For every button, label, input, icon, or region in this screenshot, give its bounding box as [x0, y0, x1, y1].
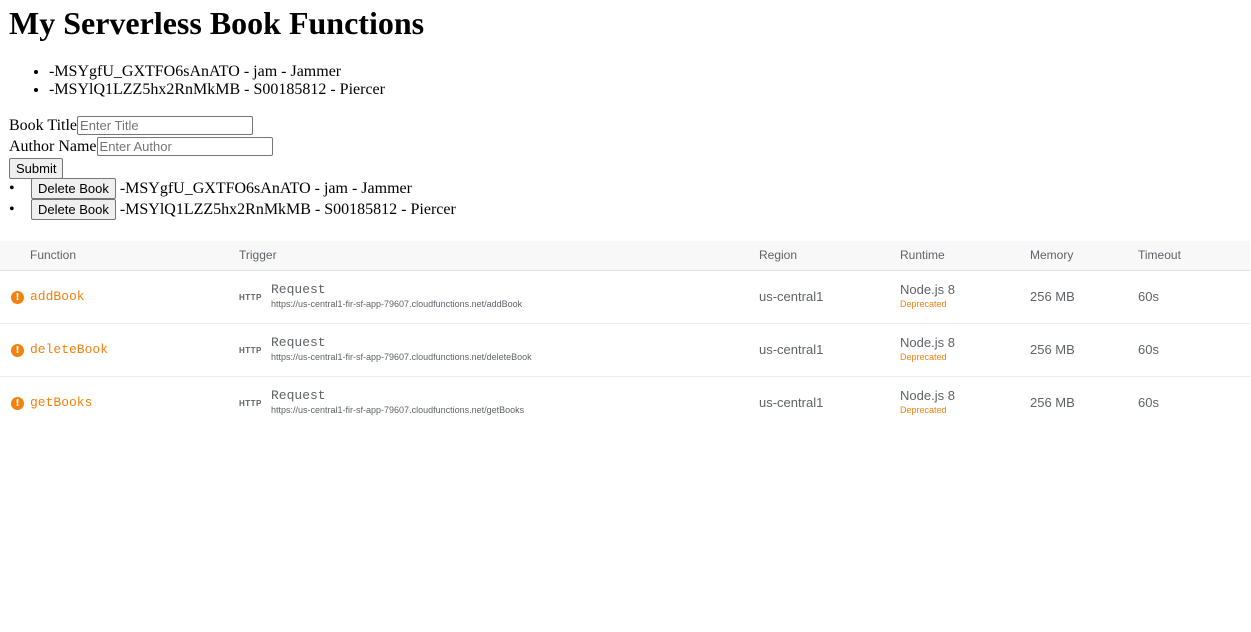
header-timeout: Timeout [1138, 248, 1181, 262]
table-row: ! addBook HTTP Request https://us-centra… [0, 271, 1250, 324]
header-memory: Memory [1030, 248, 1074, 262]
delete-list-item: Delete Book -MSYgfU_GXTFO6sAnATO - jam -… [9, 178, 456, 199]
functions-table: Function Trigger Region Runtime Memory T… [0, 241, 1250, 429]
runtime-status: Deprecated [900, 299, 947, 309]
warning-icon: ! [11, 344, 24, 357]
timeout: 60s [1138, 289, 1159, 304]
timeout: 60s [1138, 395, 1159, 410]
warning-icon: ! [11, 291, 24, 304]
timeout: 60s [1138, 342, 1159, 357]
trigger-type: Request [271, 335, 326, 350]
book-title-label: Book Title [9, 117, 78, 134]
trigger-url: https://us-central1-fir-sf-app-79607.clo… [271, 405, 525, 415]
memory: 256 MB [1030, 289, 1075, 304]
region: us-central1 [759, 289, 824, 304]
warning-icon: ! [11, 397, 24, 410]
book-list: -MSYgfU_GXTFO6sAnATO - jam - Jammer -MSY… [9, 63, 385, 99]
submit-button[interactable]: Submit [9, 158, 64, 179]
table-row: ! deleteBook HTTP Request https://us-cen… [0, 324, 1250, 377]
page-title: My Serverless Book Functions [9, 5, 425, 41]
delete-list-item: Delete Book -MSYlQ1LZZ5hx2RnMkMB - S0018… [9, 199, 456, 220]
delete-book-button[interactable]: Delete Book [31, 178, 116, 199]
runtime-status: Deprecated [900, 405, 947, 415]
http-badge: HTTP [239, 293, 262, 302]
add-book-form: Book Title Author Name Submit [9, 115, 273, 179]
book-title-input[interactable] [77, 116, 254, 135]
memory: 256 MB [1030, 342, 1075, 357]
runtime: Node.js 8 [900, 335, 955, 350]
region: us-central1 [759, 342, 824, 357]
author-name-label: Author Name [9, 138, 97, 155]
function-name-link[interactable]: getBooks [30, 395, 92, 410]
runtime: Node.js 8 [900, 282, 955, 297]
http-badge: HTTP [239, 399, 262, 408]
book-list-item: -MSYlQ1LZZ5hx2RnMkMB - S00185812 - Pierc… [49, 81, 385, 99]
title-row: Book Title [9, 115, 273, 136]
runtime-status: Deprecated [900, 352, 947, 362]
delete-list-item-text: -MSYgfU_GXTFO6sAnATO - jam - Jammer [119, 179, 412, 197]
author-name-input[interactable] [96, 137, 273, 156]
delete-list-item-text: -MSYlQ1LZZ5hx2RnMkMB - S00185812 - Pierc… [119, 200, 456, 218]
delete-book-list: Delete Book -MSYgfU_GXTFO6sAnATO - jam -… [9, 178, 456, 220]
trigger-url: https://us-central1-fir-sf-app-79607.clo… [271, 299, 523, 309]
trigger-type: Request [271, 282, 326, 297]
header-runtime: Runtime [900, 248, 945, 262]
table-header: Function Trigger Region Runtime Memory T… [0, 241, 1250, 271]
trigger-type: Request [271, 388, 326, 403]
header-region: Region [759, 248, 798, 262]
header-function: Function [30, 248, 77, 262]
region: us-central1 [759, 395, 824, 410]
runtime: Node.js 8 [900, 388, 955, 403]
function-name-link[interactable]: deleteBook [30, 342, 108, 357]
author-row: Author Name [9, 136, 273, 157]
function-name-link[interactable]: addBook [30, 289, 85, 304]
book-list-item: -MSYgfU_GXTFO6sAnATO - jam - Jammer [49, 63, 385, 81]
table-row: ! getBooks HTTP Request https://us-centr… [0, 377, 1250, 429]
memory: 256 MB [1030, 395, 1075, 410]
http-badge: HTTP [239, 346, 262, 355]
delete-book-button[interactable]: Delete Book [31, 199, 116, 220]
header-trigger: Trigger [239, 248, 277, 262]
trigger-url: https://us-central1-fir-sf-app-79607.clo… [271, 352, 532, 362]
